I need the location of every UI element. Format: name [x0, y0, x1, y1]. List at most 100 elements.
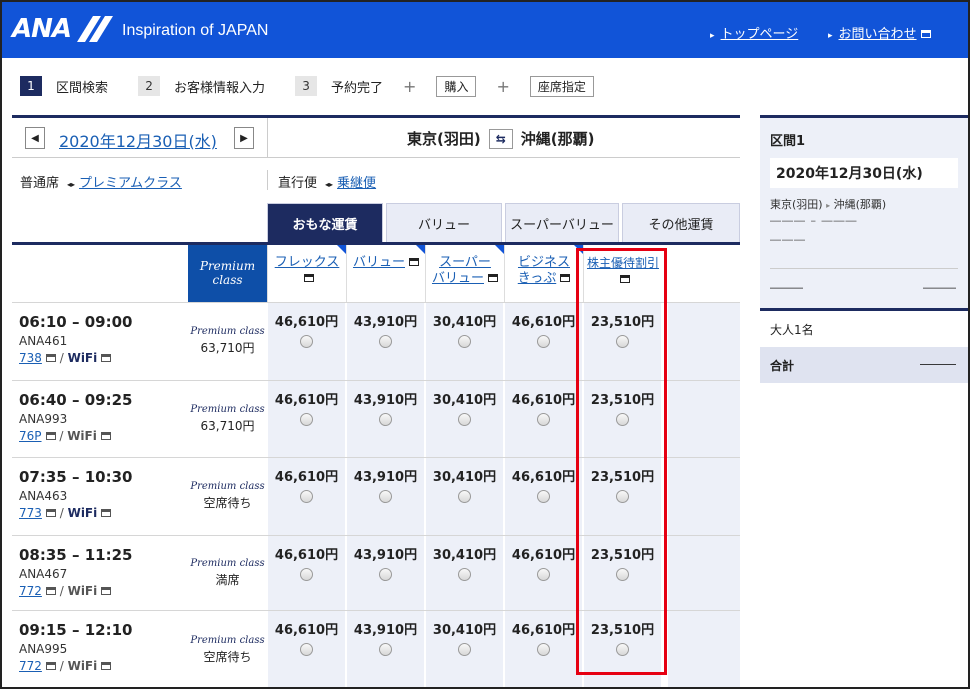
premium-class-price: 空席待ち [203, 496, 252, 510]
fare-header-link[interactable]: フレックス [275, 255, 340, 270]
fare-price: 30,410円 [432, 548, 497, 563]
fare-price: 46,610円 [511, 315, 576, 330]
premium-head-line2: class [212, 273, 243, 287]
itinerary-summary: 区間1 2020年12月30日(水) 東京(羽田) ▸ 沖縄(那覇) ――― –… [760, 115, 968, 383]
segment-section: 区間1 2020年12月30日(水) 東京(羽田) ▸ 沖縄(那覇) ――― –… [760, 118, 968, 308]
tab-other-fares[interactable]: その他運賃 [622, 203, 740, 242]
fare-price: 46,610円 [511, 548, 576, 563]
fare-radio-button[interactable] [537, 335, 550, 348]
fare-header-value: バリュー [346, 245, 425, 302]
fare-cell: 46,610円 [267, 381, 345, 458]
wifi-label: WiFi [67, 506, 98, 520]
connecting-flight-link[interactable]: 乗継便 [337, 176, 376, 191]
divider [770, 268, 958, 269]
segment-title: 区間1 [770, 134, 806, 149]
flight-info: 07:35 – 10:30 ANA463 773 / WiFi [19, 468, 132, 520]
fare-header-link[interactable]: ビジネス [505, 255, 583, 271]
next-date-button[interactable]: ▶ [234, 127, 254, 149]
tab-super-value[interactable]: スーパーバリュー [505, 203, 619, 242]
corner-mark-icon [495, 245, 504, 254]
segment-time-placeholder: ――― – ――― [770, 214, 858, 227]
premium-class-price: 63,710円 [200, 418, 255, 433]
tab-value[interactable]: バリュー [386, 203, 502, 242]
step-number-2: 2 [138, 76, 161, 96]
fare-price: 43,910円 [353, 470, 418, 485]
aircraft-link[interactable]: 773 [19, 506, 42, 520]
flight-info: 09:15 – 12:10 ANA995 772 / WiFi [19, 621, 132, 673]
fare-price: 46,610円 [511, 623, 576, 638]
fare-price: 43,910円 [353, 393, 418, 408]
segment-price-placeholder: ――― [923, 281, 956, 294]
fare-cell: 43,910円 [346, 458, 424, 536]
fare-header-link[interactable]: バリュー [353, 255, 405, 270]
fare-header-flex: フレックス [267, 245, 346, 302]
fare-radio-button[interactable] [458, 413, 471, 426]
fare-radio-button[interactable] [537, 568, 550, 581]
fare-radio-button[interactable] [458, 490, 471, 503]
aircraft-link[interactable]: 772 [19, 659, 42, 673]
premium-class-label: Premium class [190, 403, 265, 415]
fare-radio-button[interactable] [300, 490, 313, 503]
info-window-icon [100, 432, 111, 440]
origin: 東京(羽田) [407, 130, 481, 148]
empty-fare-cell [667, 536, 740, 611]
tagline: Inspiration of JAPAN [122, 22, 269, 39]
fare-radio-button[interactable] [379, 335, 392, 348]
fare-header-link-line2[interactable]: きっぷ [518, 271, 556, 286]
fare-cell: 46,610円 [504, 611, 582, 689]
step-label-3: 予約完了 [331, 80, 384, 96]
fare-cell: 30,410円 [425, 611, 503, 689]
fare-radio-button[interactable] [379, 568, 392, 581]
equipment-info: 772 / WiFi [19, 659, 132, 673]
premium-class-cell: Premium class 空席待ち [188, 635, 267, 665]
fare-radio-button[interactable] [537, 413, 550, 426]
ana-logo[interactable]: ANA [12, 14, 72, 44]
flight-number: ANA467 [19, 567, 68, 581]
aircraft-link[interactable]: 738 [19, 351, 42, 365]
fare-price: 46,610円 [274, 315, 339, 330]
fare-radio-button[interactable] [537, 490, 550, 503]
fare-price: 46,610円 [274, 393, 339, 408]
fare-radio-button[interactable] [458, 335, 471, 348]
flight-time: 07:35 – 10:30 [19, 468, 133, 486]
fare-cell: 46,610円 [504, 303, 582, 381]
prev-date-button[interactable]: ◀ [25, 127, 45, 149]
fare-radio-button[interactable] [379, 413, 392, 426]
fare-radio-button[interactable] [300, 643, 313, 656]
empty-fare-cell [667, 611, 740, 689]
aircraft-link[interactable]: 772 [19, 584, 42, 598]
fare-radio-button[interactable] [379, 490, 392, 503]
premium-class-price: 満席 [215, 572, 240, 587]
fare-cell: 30,410円 [425, 381, 503, 458]
date-link[interactable]: 2020年12月30日(水) [59, 128, 217, 152]
fare-header-super-value: スーパー バリュー [425, 245, 504, 302]
fare-cell: 46,610円 [504, 458, 582, 536]
aircraft-link[interactable]: 76P [19, 429, 42, 443]
info-window-icon [304, 274, 314, 282]
fare-header-link[interactable]: スーパー [426, 255, 504, 271]
top-page-link[interactable]: ▸ トップページ [710, 23, 798, 42]
step-number-1: 1 [20, 76, 42, 96]
ana-logo-stripes-icon [77, 16, 113, 42]
fare-cell: 46,610円 [504, 381, 582, 458]
fare-radio-button[interactable] [537, 643, 550, 656]
fare-radio-button[interactable] [458, 568, 471, 581]
flight-time: 09:15 – 12:10 [19, 621, 133, 639]
fare-radio-button[interactable] [300, 413, 313, 426]
premium-class-link[interactable]: プレミアムクラス [79, 176, 182, 191]
contact-link[interactable]: ▸ お問い合わせ [828, 23, 931, 42]
fare-radio-button[interactable] [300, 568, 313, 581]
swap-route-button[interactable]: ⇆ [488, 128, 513, 149]
purchase-step: 購入 [436, 75, 477, 97]
fare-header-link-line2[interactable]: バリュー [432, 271, 484, 286]
fare-price: 43,910円 [353, 623, 418, 638]
flight-info: 06:40 – 09:25 ANA993 76P / WiFi [19, 391, 132, 443]
tab-main-fares[interactable]: おもな運賃 [267, 203, 383, 242]
premium-class-cell: Premium class 63,710円 [188, 404, 267, 434]
total-value: ――― [920, 357, 956, 371]
fare-radio-button[interactable] [458, 643, 471, 656]
fare-radio-button[interactable] [379, 643, 392, 656]
fare-cell: 46,610円 [267, 303, 345, 381]
fare-cell: 30,410円 [425, 536, 503, 611]
fare-radio-button[interactable] [300, 335, 313, 348]
